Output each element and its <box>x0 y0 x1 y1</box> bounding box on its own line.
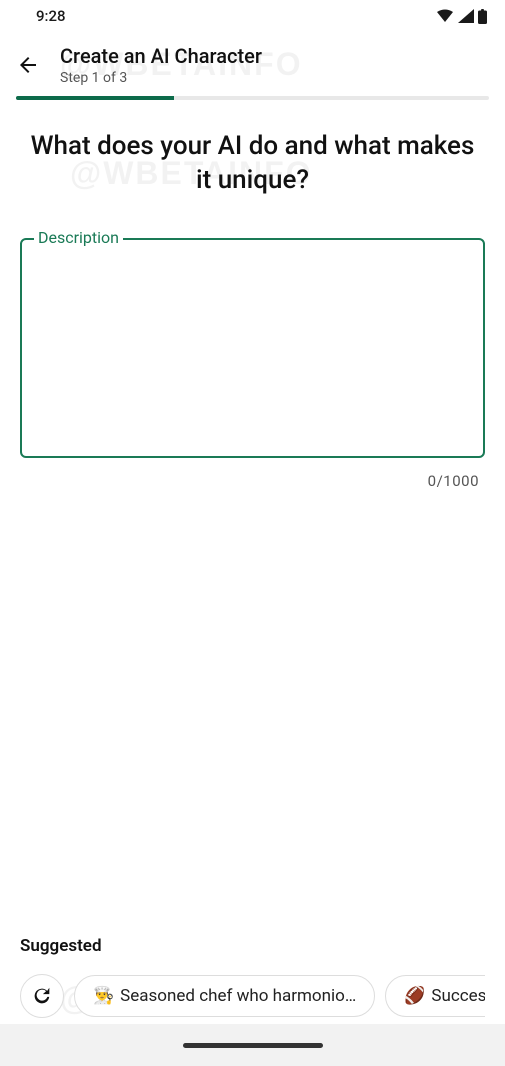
back-button[interactable] <box>16 53 40 77</box>
android-nav-bar <box>0 1024 505 1066</box>
nav-pill[interactable] <box>183 1043 323 1048</box>
wifi-icon <box>436 9 454 23</box>
char-counter: 0/1000 <box>0 472 479 490</box>
description-input[interactable] <box>20 238 485 458</box>
refresh-suggestions-button[interactable] <box>20 974 64 1018</box>
chip-text: Succes <box>431 986 485 1006</box>
chip-text: Seasoned chef who harmonio… <box>120 986 356 1006</box>
page-title: Create an AI Character <box>60 44 262 68</box>
suggestion-chips-row: 👨‍🍳 Seasoned chef who harmonio… 🏈 Succes <box>20 974 485 1018</box>
status-time: 9:28 <box>36 7 66 25</box>
suggested-heading: Suggested <box>20 936 485 956</box>
chip-emoji: 🏈 <box>404 986 425 1006</box>
arrow-left-icon <box>16 53 40 77</box>
signal-icon <box>458 9 474 23</box>
battery-icon <box>478 9 487 24</box>
suggestion-chip[interactable]: 👨‍🍳 Seasoned chef who harmonio… <box>74 975 375 1017</box>
step-indicator: Step 1 of 3 <box>60 70 262 86</box>
suggestion-chip[interactable]: 🏈 Succes <box>385 975 485 1017</box>
chip-emoji: 👨‍🍳 <box>93 986 114 1006</box>
refresh-icon <box>31 985 53 1007</box>
question-heading: What does your AI do and what makes it u… <box>0 100 505 198</box>
description-label: Description <box>34 228 123 247</box>
status-icons <box>436 9 487 24</box>
